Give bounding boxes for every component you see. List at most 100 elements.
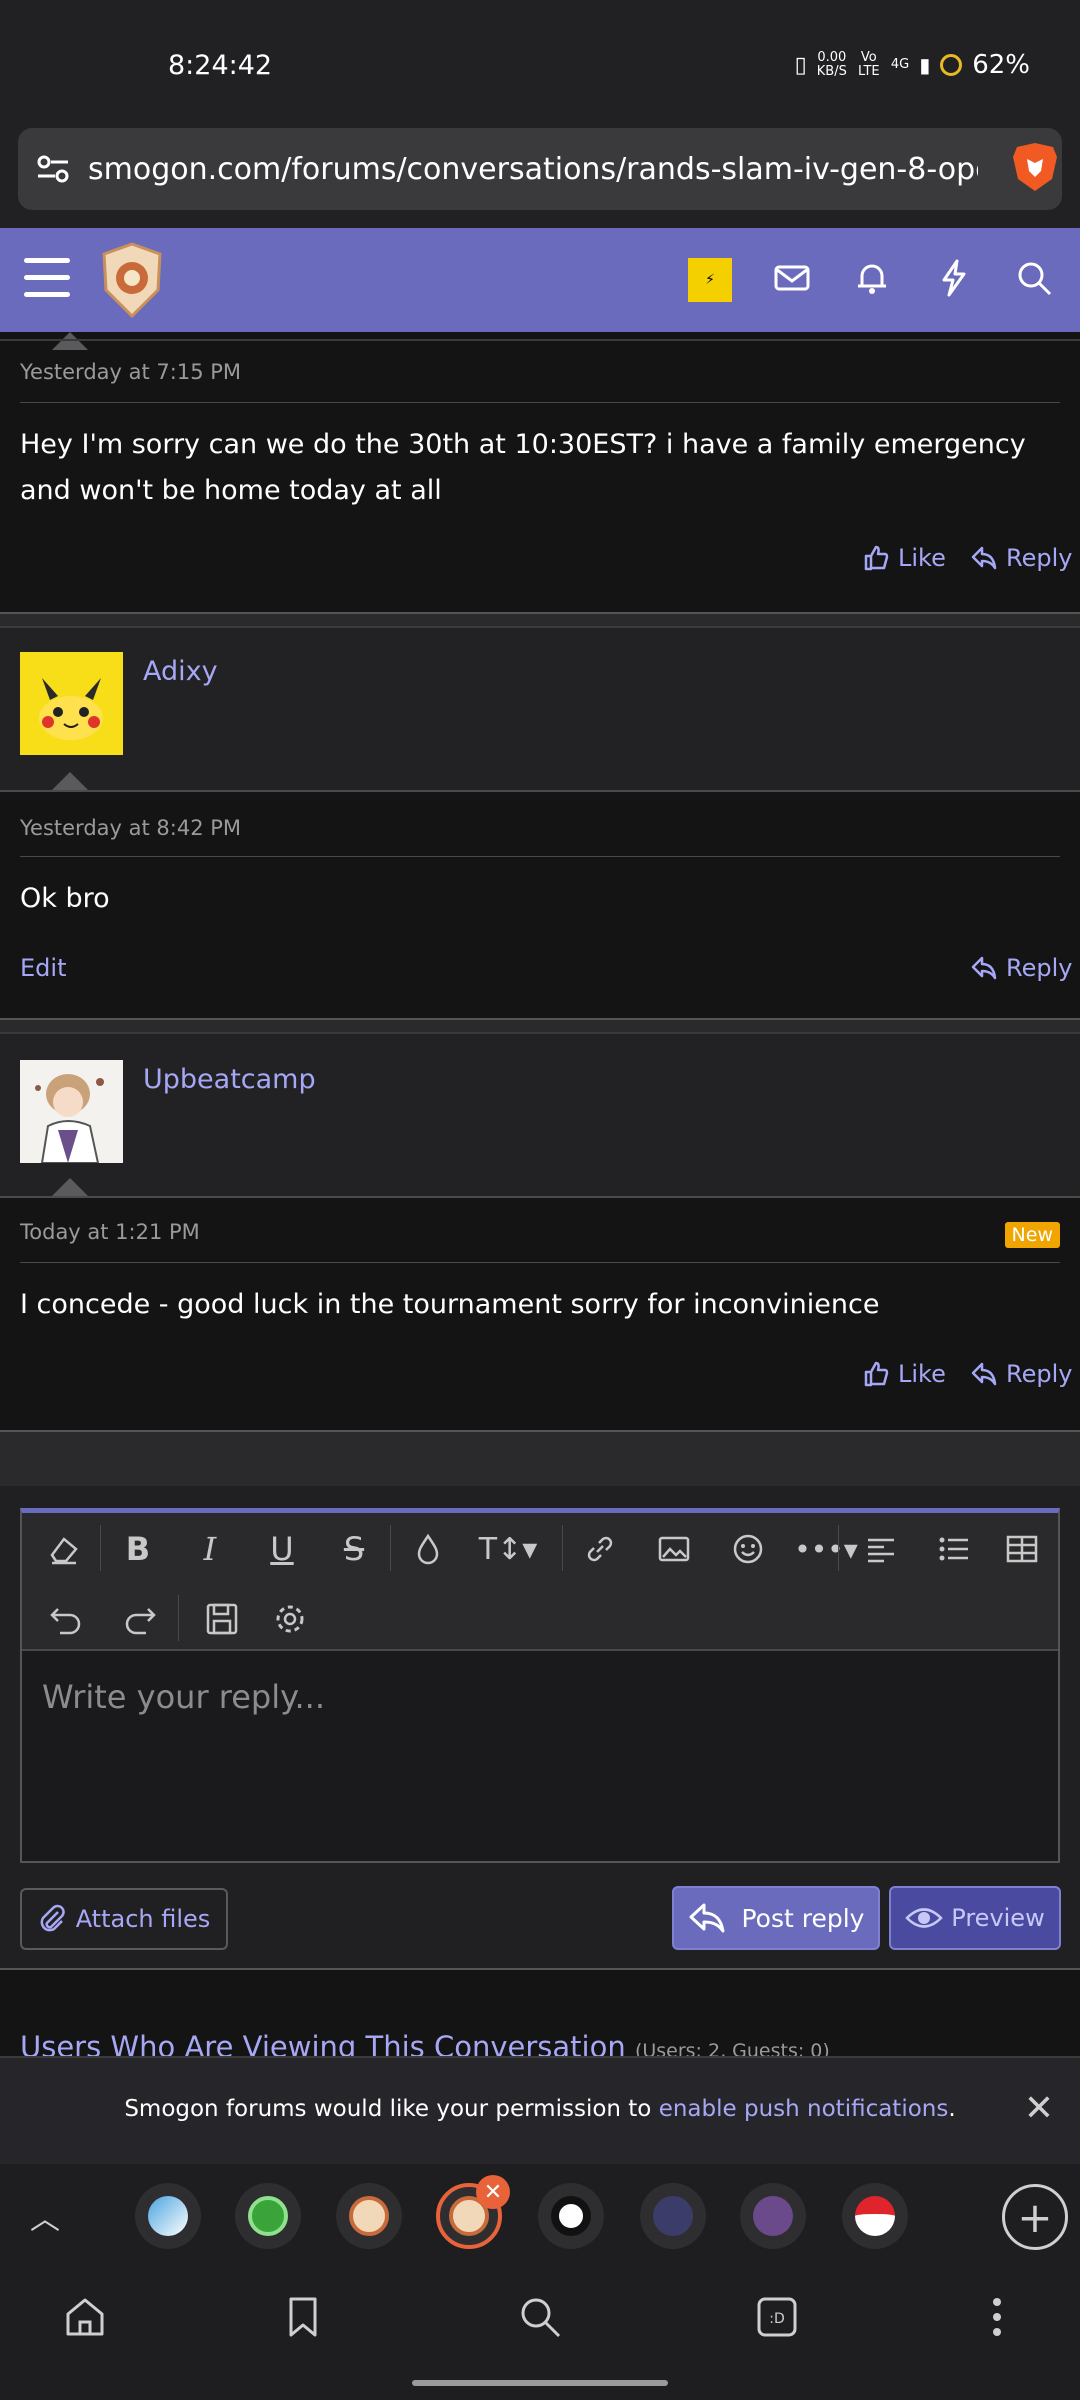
tab-strip: ︿ ✕ + xyxy=(0,2164,1080,2270)
reply-icon xyxy=(689,1903,724,1933)
post-reply-button[interactable]: Post reply xyxy=(672,1886,880,1950)
more-menu-icon[interactable] xyxy=(972,2292,1022,2342)
list-icon[interactable] xyxy=(924,1527,984,1571)
image-icon[interactable] xyxy=(652,1527,696,1571)
gear-icon[interactable] xyxy=(268,1597,312,1641)
home-indicator[interactable] xyxy=(412,2380,668,2386)
search-icon[interactable] xyxy=(515,2292,565,2342)
browser-bottom-nav: :D xyxy=(0,2270,1080,2400)
status-icons: ▯ 0.00 KB/S Vo LTE 4G ▮ 62% xyxy=(795,50,1030,80)
username[interactable]: Adixy xyxy=(143,656,218,687)
status-bar: 8:24:42 ▯ 0.00 KB/S Vo LTE 4G ▮ 62% xyxy=(0,0,1080,125)
signal-icon: ▮ xyxy=(919,53,931,77)
reply-button[interactable]: Reply xyxy=(970,1360,1072,1388)
brave-shield-icon[interactable] xyxy=(1010,141,1060,193)
tab-3[interactable] xyxy=(336,2183,402,2249)
link-icon[interactable] xyxy=(578,1527,622,1571)
editor-toolbar: B I U S T↕▾ •••▾ xyxy=(22,1513,1058,1651)
table-icon[interactable] xyxy=(1000,1527,1044,1571)
italic-icon[interactable]: I xyxy=(188,1527,232,1571)
rich-text-editor: B I U S T↕▾ •••▾ Write your reply... xyxy=(20,1508,1060,1863)
close-tab-icon[interactable]: ✕ xyxy=(476,2175,510,2209)
reply-icon xyxy=(971,1362,997,1386)
reply-area: B I U S T↕▾ •••▾ Write your reply... Att… xyxy=(0,1430,1080,1970)
tab-6[interactable] xyxy=(640,2183,706,2249)
preview-button[interactable]: Preview xyxy=(889,1886,1061,1950)
new-badge: New xyxy=(1004,1222,1060,1248)
tab-7[interactable] xyxy=(740,2183,806,2249)
message-date[interactable]: Yesterday at 7:15 PM xyxy=(20,360,241,384)
message-pointer xyxy=(52,332,88,350)
thumbs-up-icon xyxy=(864,545,889,571)
message-text: I concede - good luck in the tournament … xyxy=(20,1289,880,1320)
underline-icon[interactable]: U xyxy=(260,1527,304,1571)
emoji-icon[interactable] xyxy=(726,1527,770,1571)
reply-button[interactable]: Reply xyxy=(970,544,1072,572)
username[interactable]: Upbeatcamp xyxy=(143,1064,316,1095)
message-3: Today at 1:21 PM New I concede - good lu… xyxy=(0,1196,1080,1428)
bold-icon[interactable]: B xyxy=(116,1527,160,1571)
home-icon[interactable] xyxy=(60,2292,110,2342)
eye-icon xyxy=(905,1908,944,1928)
close-icon[interactable]: ✕ xyxy=(1024,2088,1054,2129)
message-date[interactable]: Today at 1:21 PM xyxy=(20,1220,200,1244)
bolt-icon[interactable] xyxy=(934,258,974,298)
avatar-upbeatcamp[interactable] xyxy=(20,1060,123,1163)
strikethrough-icon[interactable]: S xyxy=(332,1527,376,1571)
tab-5[interactable] xyxy=(538,2183,604,2249)
url-text[interactable]: smogon.com/forums/conversations/rands-sl… xyxy=(88,152,978,187)
message-pointer xyxy=(52,1178,88,1196)
like-button[interactable]: Like xyxy=(862,1360,946,1388)
tab-active[interactable]: ✕ xyxy=(436,2175,510,2249)
svg-text::D: :D xyxy=(769,2311,785,2327)
message-pointer xyxy=(52,772,88,790)
reply-input[interactable]: Write your reply... xyxy=(42,1678,325,1716)
network-label: 4G xyxy=(890,57,910,72)
save-draft-icon[interactable] xyxy=(190,1597,254,1641)
reply-button[interactable]: Reply xyxy=(970,954,1072,982)
chevron-up-icon[interactable]: ︿ xyxy=(30,2194,60,2238)
reply-icon xyxy=(971,546,997,570)
more-options-icon[interactable]: •••▾ xyxy=(794,1527,858,1571)
message-1: Yesterday at 7:15 PM Hey I'm sorry can w… xyxy=(0,332,1080,614)
attach-files-button[interactable]: Attach files xyxy=(20,1888,228,1950)
volte-label: Vo LTE xyxy=(858,50,880,79)
avatar-adixy[interactable] xyxy=(20,652,123,755)
status-time: 8:24:42 xyxy=(168,50,273,81)
battery-level: 62% xyxy=(972,50,1030,80)
thumbs-up-icon xyxy=(864,1361,889,1387)
tab-8[interactable] xyxy=(842,2183,908,2249)
text-size-icon[interactable]: T↕▾ xyxy=(476,1527,540,1571)
message-text: Ok bro xyxy=(20,883,110,914)
tabs-icon[interactable]: :D xyxy=(752,2292,802,2342)
undo-icon[interactable] xyxy=(44,1597,88,1641)
menu-icon[interactable] xyxy=(24,258,70,298)
user-avatar[interactable]: ⚡ xyxy=(688,258,732,302)
eraser-icon[interactable] xyxy=(42,1527,86,1571)
battery-saver-icon xyxy=(940,54,963,76)
edit-button[interactable]: Edit xyxy=(20,954,66,982)
enable-notifications-link[interactable]: enable push notifications xyxy=(659,2096,949,2122)
smogon-logo[interactable] xyxy=(96,240,168,320)
site-settings-icon[interactable] xyxy=(36,152,70,186)
search-icon[interactable] xyxy=(1014,258,1054,298)
message-date[interactable]: Yesterday at 8:42 PM xyxy=(20,816,241,840)
address-bar[interactable]: smogon.com/forums/conversations/rands-sl… xyxy=(18,128,1062,210)
paperclip-icon xyxy=(40,1904,65,1932)
color-drop-icon[interactable] xyxy=(406,1527,450,1571)
tab-2[interactable] xyxy=(235,2183,301,2249)
browser-toolbar: smogon.com/forums/conversations/rands-sl… xyxy=(0,125,1080,228)
bookmark-icon[interactable] xyxy=(278,2292,328,2342)
like-button[interactable]: Like xyxy=(862,544,946,572)
redo-icon[interactable] xyxy=(118,1597,162,1641)
tab-1[interactable] xyxy=(135,2183,201,2249)
message-user-row: Upbeatcamp xyxy=(0,1032,1080,1196)
site-header: ⚡ xyxy=(0,228,1080,332)
align-icon[interactable] xyxy=(852,1527,912,1571)
message-user-row: Adixy xyxy=(0,626,1080,790)
new-tab-button[interactable]: + xyxy=(1002,2184,1068,2250)
push-notification-banner: Smogon forums would like your permission… xyxy=(0,2056,1080,2164)
bell-icon[interactable] xyxy=(852,258,892,298)
message-text: Hey I'm sorry can we do the 30th at 10:3… xyxy=(20,429,1026,506)
inbox-icon[interactable] xyxy=(772,258,812,298)
